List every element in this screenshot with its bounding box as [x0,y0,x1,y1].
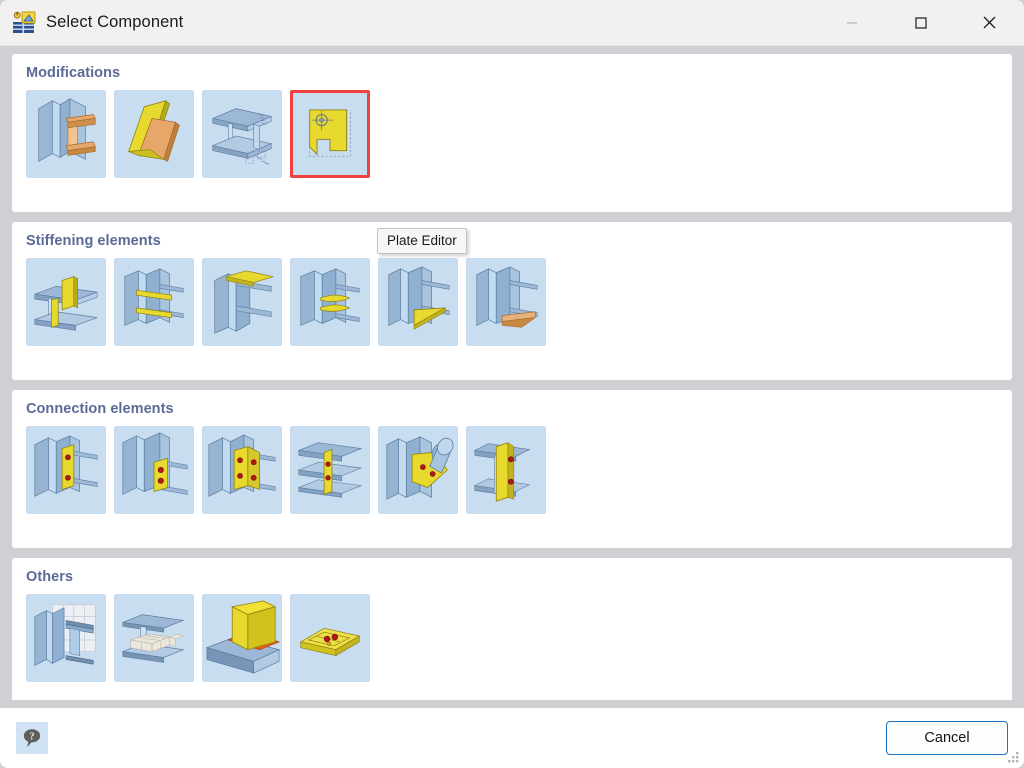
top-flange-plate-icon [214,270,274,334]
weld-seam-icon [205,600,281,674]
group-others: Others [12,558,1012,700]
beam-notch-cut-icon [211,108,273,165]
resize-grip-icon[interactable] [1007,751,1021,765]
help-balloon-icon: ? [23,729,41,747]
help-button[interactable]: ? [16,722,48,754]
cancel-button[interactable]: Cancel [886,721,1008,755]
double-fin-plate-icon [208,434,276,497]
title-bar: Select Component [0,0,1024,46]
component-groups: Modifications Plate Editor Stiffening el… [0,46,1024,700]
component-tile-horizontal-stiffeners[interactable] [114,258,194,346]
tile-row-modifications [26,90,998,178]
component-tile-solid-mesh[interactable] [114,594,194,682]
group-title-modifications: Modifications [26,65,121,81]
horizontal-stiffener-icon [124,268,184,326]
tile-row-stiffening-elements [26,258,998,346]
window-title: Select Component [46,13,184,32]
svg-text:?: ? [29,732,34,743]
haunch-plate-icon [388,266,450,330]
group-title-connection-elements: Connection elements [26,401,174,417]
component-tile-end-plate-cut[interactable] [26,90,106,178]
tube-gusset-icon [386,436,454,500]
minimize-icon [846,21,857,24]
component-tile-bolt-grid[interactable] [290,594,370,682]
tile-row-others [26,594,998,682]
column-splice-icon [473,442,531,502]
maximize-button[interactable] [886,0,955,45]
component-tile-top-flange-plate[interactable] [202,258,282,346]
component-tile-double-fin-plate[interactable] [202,426,282,514]
component-tile-curved-stiffeners[interactable] [290,258,370,346]
group-title-stiffening-elements: Stiffening elements [26,233,161,249]
component-tile-surface-mesh[interactable] [26,594,106,682]
group-title-others: Others [26,569,74,585]
maximize-icon [914,16,927,29]
dialog-footer: ? Cancel [0,708,1024,768]
close-icon [983,16,996,29]
beam-end-plate-icon [38,98,96,162]
component-tile-web-cleat[interactable] [290,426,370,514]
tile-row-connection-elements [26,426,998,514]
vertical-stiffener-icon [34,276,98,331]
plate-editor-icon [309,109,351,157]
component-tile-column-splice[interactable] [466,426,546,514]
mesh-surface-icon [34,604,96,666]
solid-mesh-icon [121,614,185,663]
group-stiffening-elements: Stiffening elements [12,222,1012,380]
close-button[interactable] [955,0,1024,45]
component-tile-bottom-haunch[interactable] [466,258,546,346]
component-tile-weld-seam[interactable] [202,594,282,682]
minimize-button[interactable] [817,0,886,45]
component-tile-haunch-plate[interactable] [378,258,458,346]
window-controls [817,0,1024,45]
web-cleat-icon [297,442,363,498]
group-connection-elements: Connection elements [12,390,1012,548]
select-component-dialog: Select Component Modifications Plate Edi… [0,0,1024,768]
component-tile-plate-folding[interactable] [114,90,194,178]
end-plate-bolted-icon [34,435,98,497]
component-tile-fin-plate[interactable] [114,426,194,514]
component-tile-beam-cut-notch[interactable] [202,90,282,178]
folded-plate-icon [128,100,180,162]
component-tile-vertical-stiffener[interactable] [26,258,106,346]
steel-component-icon [12,11,36,35]
fin-plate-icon [122,432,188,495]
curved-stiffener-icon [300,268,360,326]
group-modifications: Modifications Plate Editor [12,54,1012,254]
bottom-haunch-icon [476,266,538,328]
component-tile-plate-editor[interactable] [290,90,370,178]
bolt-grid-icon [299,627,361,657]
component-tile-tube-gusset[interactable] [378,426,458,514]
component-tile-end-plate-bolted[interactable] [26,426,106,514]
